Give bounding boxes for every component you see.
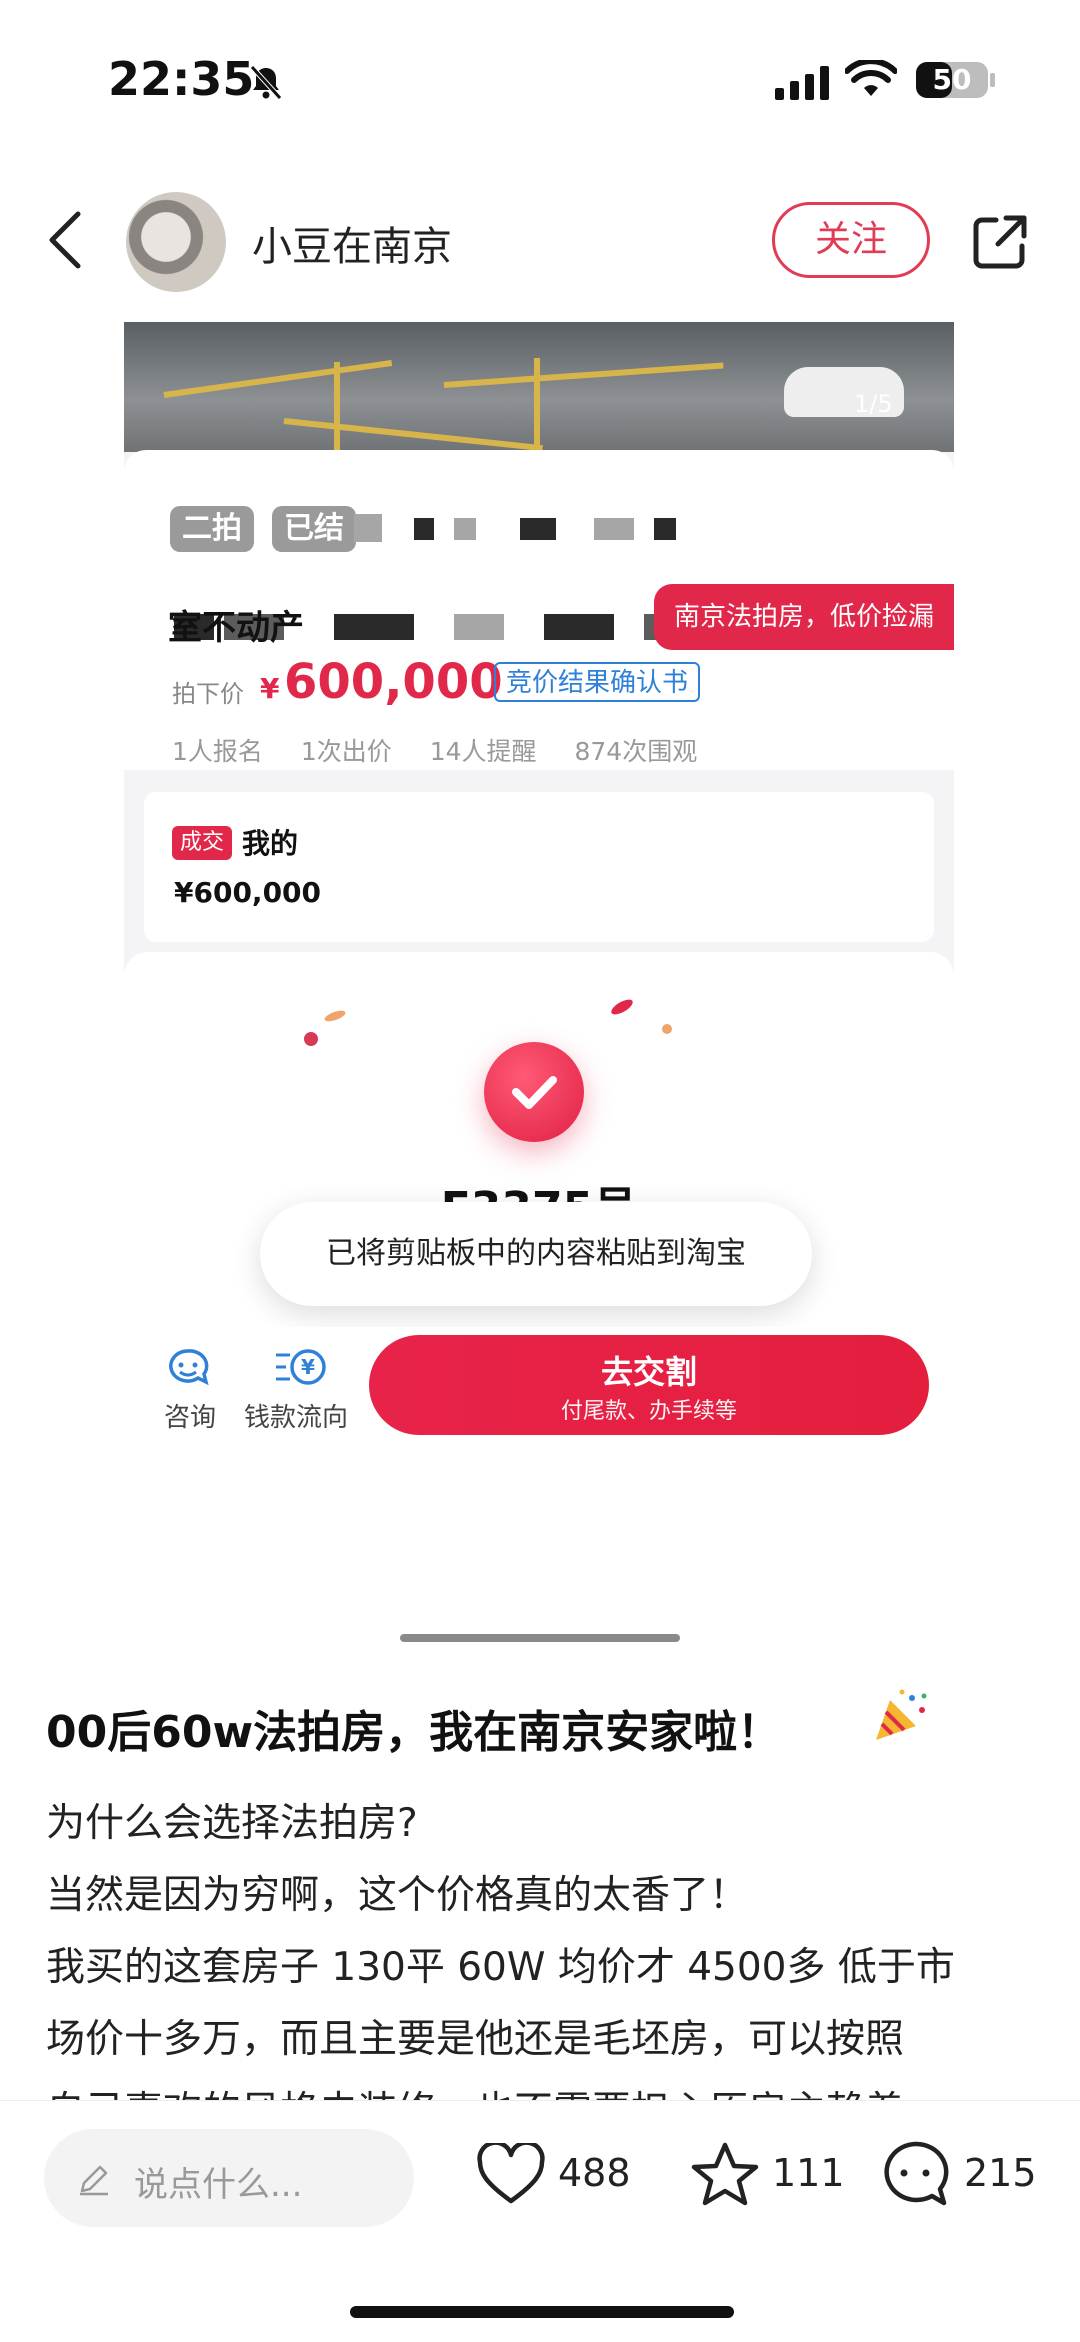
promo-badge: 南京法拍房，低价捡漏 bbox=[654, 584, 954, 650]
deal-tag: 成交 bbox=[172, 826, 233, 860]
post-line: 当然是因为穷啊，这个价格真的太香了！ bbox=[46, 1873, 749, 1918]
pixelated-text bbox=[454, 518, 476, 540]
consult-label: 咨询 bbox=[164, 1403, 217, 1433]
signal-icon bbox=[775, 66, 829, 100]
comment-icon[interactable] bbox=[880, 2139, 950, 2209]
post-line: 场价十多万，而且主要是他还是毛坯房，可以按照 bbox=[46, 2017, 905, 2062]
like-count: 488 bbox=[558, 2151, 631, 2195]
consult-icon bbox=[169, 1349, 209, 1386]
pixelated-text bbox=[544, 614, 614, 640]
stat-signups: 1人报名 bbox=[172, 737, 263, 766]
svg-text:¥: ¥ bbox=[301, 1355, 315, 1379]
auction-stats: 1人报名 1次出价 14人提醒 874次围观 bbox=[172, 732, 727, 768]
go-deal-sublabel: 付尾款、办手续等 bbox=[560, 1399, 737, 1424]
wifi-icon bbox=[845, 60, 897, 96]
post-line: 为什么会选择法拍房? bbox=[46, 1801, 418, 1846]
tag-second-auction: 二拍 bbox=[170, 506, 254, 552]
street-photo bbox=[124, 322, 954, 452]
pixelated-text bbox=[454, 614, 504, 640]
heart-icon[interactable] bbox=[476, 2143, 546, 2207]
deal-price: ¥600,000 bbox=[174, 876, 322, 909]
pixelated-text bbox=[354, 514, 382, 542]
pixelated-text bbox=[414, 518, 434, 540]
price-label: 拍下价 bbox=[172, 680, 244, 708]
status-time: 22:35 bbox=[108, 52, 255, 106]
tag-ended: 已结 bbox=[272, 506, 356, 552]
post-line: 我买的这套房子 130平 60W 均价才 4500多 低于市 bbox=[46, 1945, 955, 1990]
post-image[interactable]: 1/5 二拍 已结 室不动产 南京法拍房，低价捡漏 拍下价 ¥ 600,000 … bbox=[124, 322, 954, 1652]
comment-input[interactable]: 说点什么... bbox=[44, 2129, 414, 2227]
deal-card: 成交 我的 ¥600,000 bbox=[144, 792, 934, 942]
avatar[interactable] bbox=[126, 192, 226, 292]
price-currency: ¥ bbox=[260, 672, 280, 705]
pixelated-text bbox=[594, 518, 634, 540]
deal-mine: 我的 bbox=[242, 827, 299, 860]
image-counter: 1/5 bbox=[854, 390, 893, 418]
price-value: 600,000 bbox=[284, 654, 503, 710]
money-flow-icon: ¥ bbox=[276, 1349, 326, 1385]
back-icon[interactable] bbox=[44, 208, 88, 272]
money-flow-label: 钱款流向 bbox=[244, 1403, 349, 1433]
comment-count: 215 bbox=[964, 2151, 1037, 2195]
pencil-icon bbox=[80, 2165, 108, 2196]
auction-action-bar: 咨询 ¥ 钱款流向 去交割 付尾款、办手续等 bbox=[124, 1327, 954, 1447]
bell-off-icon bbox=[250, 65, 282, 100]
clipboard-toast: 已将剪贴板中的内容粘贴到淘宝 bbox=[260, 1202, 812, 1306]
pixelated-text bbox=[654, 518, 676, 540]
follow-button[interactable]: 关注 bbox=[772, 202, 930, 278]
author-name[interactable]: 小豆在南京 bbox=[252, 214, 452, 272]
post-body: 为什么会选择法拍房? 当然是因为穷啊，这个价格真的太香了！ 我买的这套房子 13… bbox=[46, 1788, 1046, 2148]
listing-title: 室不动产 bbox=[168, 608, 304, 648]
stat-reminders: 14人提醒 bbox=[429, 737, 537, 766]
stat-views: 874次围观 bbox=[574, 737, 698, 766]
home-indicator bbox=[350, 2306, 734, 2318]
go-deal-label: 去交割 bbox=[600, 1353, 697, 1391]
collect-count: 111 bbox=[772, 2151, 845, 2195]
pixelated-text bbox=[334, 614, 414, 640]
confirm-document-tag: 竞价结果确认书 bbox=[494, 662, 701, 702]
pixelated-text bbox=[520, 518, 556, 540]
stat-bids: 1次出价 bbox=[300, 737, 392, 766]
image-scroll-indicator bbox=[400, 1634, 680, 1642]
comment-placeholder: 说点什么... bbox=[134, 2165, 303, 2205]
star-icon[interactable] bbox=[690, 2141, 760, 2209]
battery-nub bbox=[990, 73, 995, 87]
go-deal-button[interactable]: 去交割 付尾款、办手续等 bbox=[369, 1335, 929, 1435]
battery-percent: 50 bbox=[932, 63, 972, 96]
success-check-icon bbox=[484, 1042, 584, 1142]
battery-icon: 50 bbox=[916, 62, 988, 98]
share-icon[interactable] bbox=[970, 212, 1030, 272]
party-popper-icon bbox=[876, 1689, 927, 1740]
